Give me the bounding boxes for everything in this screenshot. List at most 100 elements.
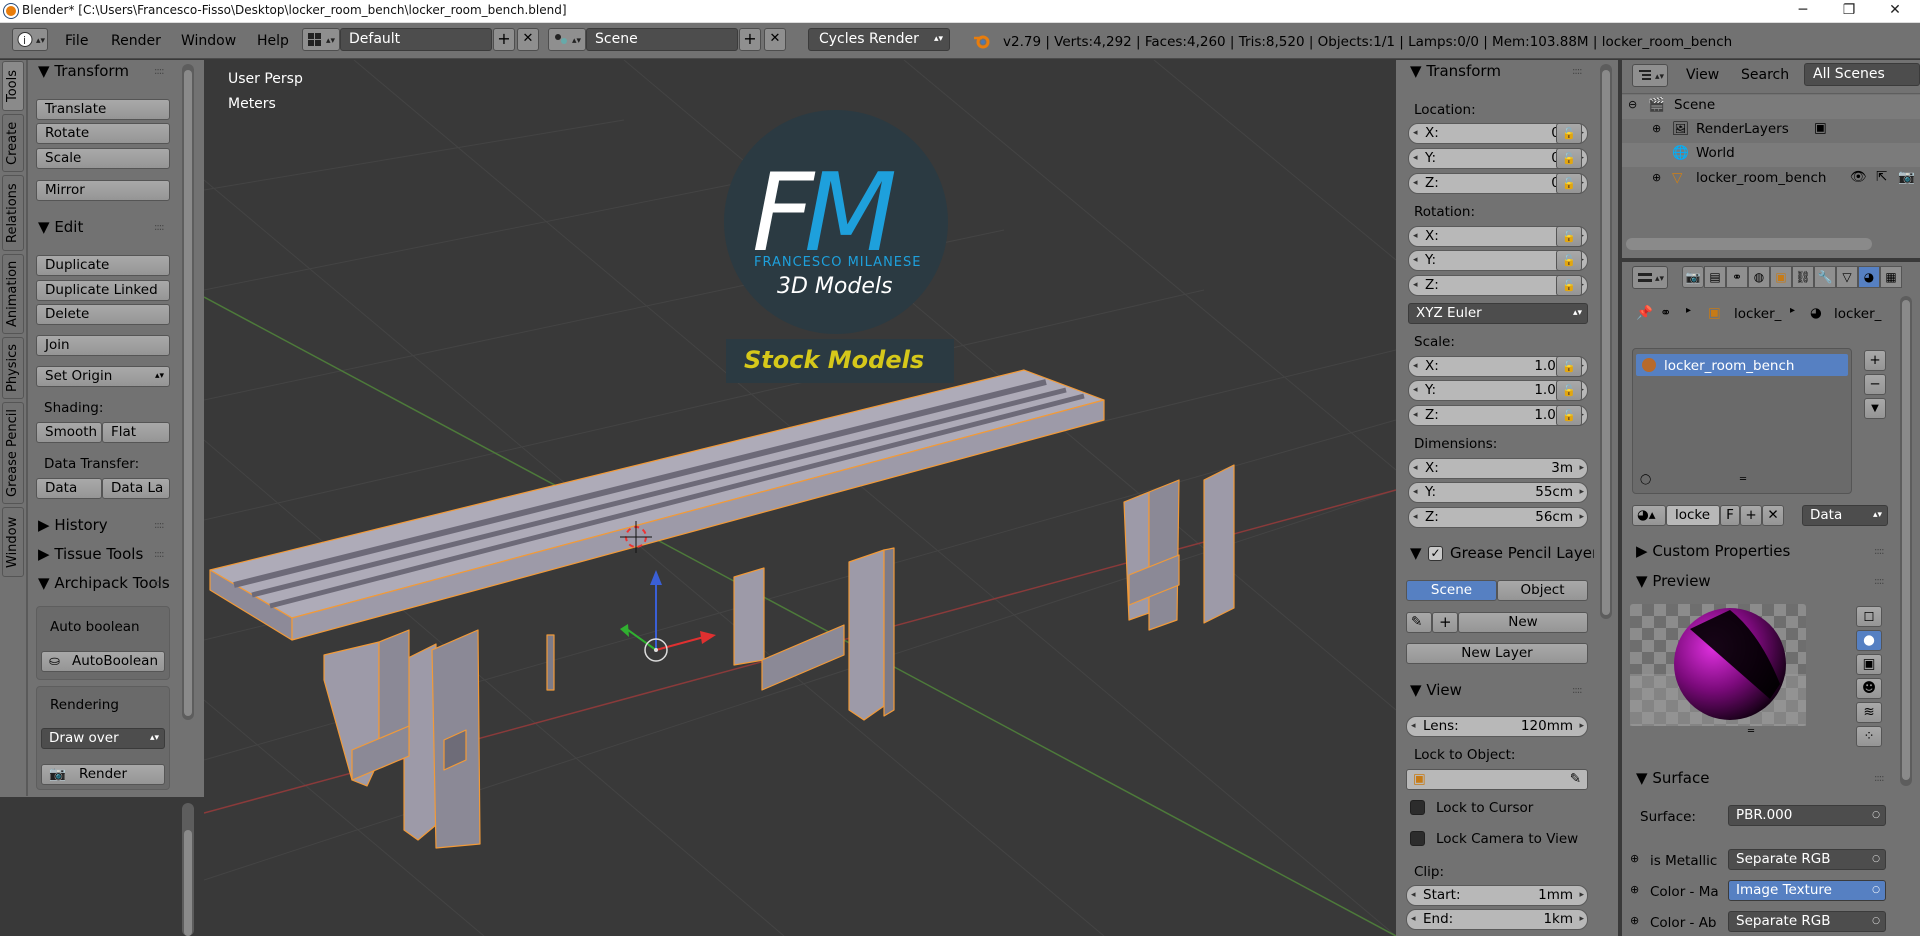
minimize-button[interactable]: ─ bbox=[1780, 0, 1826, 22]
menu-window[interactable]: Window bbox=[181, 33, 236, 49]
join-button[interactable]: Join bbox=[36, 335, 170, 356]
dimensions-x-field[interactable]: X: 3m bbox=[1408, 458, 1588, 479]
lock-scale-x-icon[interactable]: 🔓 bbox=[1556, 356, 1582, 377]
drag-grip-icon[interactable]: :::: bbox=[1572, 685, 1583, 696]
object-tab-icon[interactable]: ▣ bbox=[1770, 266, 1792, 288]
render-layer-toggle-icon[interactable]: ▣ bbox=[1814, 120, 1827, 136]
properties-scrollbar-thumb[interactable] bbox=[1902, 300, 1910, 780]
surface-shader-field[interactable]: PBR.000 ○ bbox=[1728, 805, 1886, 826]
menu-render[interactable]: Render bbox=[111, 33, 161, 49]
drag-grip-icon[interactable]: :::: bbox=[154, 520, 165, 531]
properties-editor-type-button[interactable]: ▴▾ bbox=[1632, 266, 1668, 289]
gp-new-button[interactable]: New bbox=[1458, 612, 1588, 633]
duplicate-button[interactable]: Duplicate bbox=[36, 255, 170, 276]
scene-picker[interactable]: ▴▾ bbox=[548, 28, 586, 51]
visibility-eye-icon[interactable]: 👁 bbox=[1850, 169, 1867, 185]
smooth-button[interactable]: Smooth bbox=[36, 422, 102, 443]
menu-file[interactable]: File bbox=[65, 33, 88, 49]
lock-rotation-x-icon[interactable]: 🔓 bbox=[1556, 226, 1582, 247]
viewport-3d[interactable]: User Persp Meters F M FRANCESCO MILANESE… bbox=[204, 60, 1396, 936]
preview-header[interactable]: ▼ Preview bbox=[1636, 572, 1711, 590]
tab-physics[interactable]: Physics bbox=[2, 337, 24, 399]
translate-button[interactable]: Translate bbox=[36, 99, 170, 120]
world-tab-icon[interactable]: ◍ bbox=[1748, 266, 1770, 288]
lens-field[interactable]: Lens: 120mm bbox=[1406, 716, 1588, 737]
browse-material-button[interactable]: ◕▴ bbox=[1632, 505, 1666, 526]
input-color-ab-field[interactable]: Separate RGB ○ bbox=[1728, 911, 1886, 932]
breadcrumb-object[interactable]: locker_ bbox=[1734, 306, 1781, 322]
link-dropdown[interactable]: Data ▴▾ bbox=[1802, 505, 1888, 526]
gp-object-tab[interactable]: Object bbox=[1497, 580, 1588, 601]
outliner-item-locker-room-bench[interactable]: locker_room_bench bbox=[1696, 170, 1826, 186]
data-tab-icon[interactable]: ▽ bbox=[1836, 266, 1858, 288]
preview-hair-button[interactable]: ≋ bbox=[1856, 702, 1882, 723]
collapse-toggle-icon[interactable]: ⊖ bbox=[1628, 98, 1637, 111]
drag-grip-icon[interactable]: :::: bbox=[154, 549, 165, 560]
outliner-filter-dropdown[interactable]: All Scenes bbox=[1804, 63, 1920, 86]
data-button[interactable]: Data bbox=[36, 478, 102, 499]
lower-scrollbar-thumb[interactable] bbox=[184, 830, 192, 936]
add-layout-button[interactable]: + bbox=[493, 28, 515, 51]
new-layer-button[interactable]: New Layer bbox=[1406, 643, 1588, 664]
drag-grip-icon[interactable]: :::: bbox=[1874, 576, 1885, 587]
tab-animation[interactable]: Animation bbox=[2, 254, 24, 334]
preview-cube-button[interactable]: ▣ bbox=[1856, 654, 1882, 675]
surface-header[interactable]: ▼ Surface bbox=[1636, 769, 1709, 787]
restore-button[interactable]: ❐ bbox=[1826, 0, 1872, 22]
constraints-tab-icon[interactable]: ⛓ bbox=[1792, 266, 1814, 288]
lock-to-cursor-checkbox[interactable] bbox=[1410, 800, 1425, 815]
transform-panel-header[interactable]: ▼ Transform bbox=[38, 62, 129, 80]
material-tab-icon[interactable]: ◕ bbox=[1858, 266, 1880, 288]
set-origin-dropdown[interactable]: Set Origin ▴▾ bbox=[36, 366, 170, 387]
preview-resize-grip-icon[interactable]: ═ bbox=[1748, 726, 1754, 737]
editor-type-button[interactable]: i ▴▾ bbox=[12, 28, 48, 51]
n-transform-header[interactable]: ▼ Transform bbox=[1410, 62, 1501, 80]
drag-grip-icon[interactable]: :::: bbox=[154, 578, 165, 589]
drag-grip-icon[interactable]: :::: bbox=[1874, 773, 1885, 784]
grease-pencil-checkbox[interactable]: ✓ bbox=[1428, 546, 1443, 561]
outliner-item-world[interactable]: World bbox=[1696, 145, 1735, 161]
tab-grease-pencil[interactable]: Grease Pencil bbox=[2, 402, 24, 504]
lock-camera-checkbox[interactable] bbox=[1410, 831, 1425, 846]
preview-monkey-button[interactable]: ☻ bbox=[1856, 678, 1882, 699]
slot-specials-button[interactable]: ▼ bbox=[1864, 398, 1886, 419]
tab-tools[interactable]: Tools bbox=[2, 61, 24, 111]
lock-scale-z-icon[interactable]: 🔓 bbox=[1556, 405, 1582, 426]
delete-button[interactable]: Delete bbox=[36, 304, 170, 325]
render-button[interactable]: 📷 Render bbox=[41, 764, 165, 785]
toolshelf-scrollbar-thumb[interactable] bbox=[184, 70, 192, 716]
lock-rotation-z-icon[interactable]: 🔓 bbox=[1556, 275, 1582, 296]
edit-panel-header[interactable]: ▼ Edit bbox=[38, 218, 83, 236]
view-panel-header[interactable]: ▼ View bbox=[1410, 681, 1462, 699]
render-layers-tab-icon[interactable]: ▤ bbox=[1704, 266, 1726, 288]
outliner-item-renderlayers[interactable]: RenderLayers bbox=[1696, 121, 1789, 137]
dimensions-z-field[interactable]: Z: 56cm bbox=[1408, 507, 1588, 528]
outliner-search-menu[interactable]: Search bbox=[1741, 67, 1789, 83]
mirror-button[interactable]: Mirror bbox=[36, 180, 170, 201]
select-cursor-icon[interactable]: ⇱ bbox=[1876, 169, 1887, 185]
data-layout-button[interactable]: Data La bbox=[102, 478, 170, 499]
remove-slot-button[interactable]: − bbox=[1864, 374, 1886, 395]
lock-scale-y-icon[interactable]: 🔓 bbox=[1556, 380, 1582, 401]
auto-boolean-button[interactable]: ⛀ AutoBoolean bbox=[41, 651, 165, 672]
modifiers-tab-icon[interactable]: 🔧 bbox=[1814, 266, 1836, 288]
history-panel-header[interactable]: ▶ History bbox=[38, 516, 108, 534]
scene-name-field[interactable]: Scene bbox=[586, 28, 738, 51]
new-material-button[interactable]: + bbox=[1740, 505, 1762, 526]
add-slot-button[interactable]: + bbox=[1864, 350, 1886, 371]
render-engine-dropdown[interactable]: Cycles Render ▴▾ bbox=[808, 28, 950, 51]
preview-spheres-button[interactable]: ⁘ bbox=[1856, 726, 1882, 747]
expand-toggle-icon[interactable]: ⊕ bbox=[1652, 122, 1661, 135]
flat-button[interactable]: Flat bbox=[102, 422, 170, 443]
input-metallic-field[interactable]: Separate RGB ○ bbox=[1728, 849, 1886, 870]
unlink-material-button[interactable]: ✕ bbox=[1762, 505, 1784, 526]
eyedropper-icon[interactable]: ✎ bbox=[1570, 770, 1581, 789]
scale-button[interactable]: Scale bbox=[36, 148, 170, 169]
tab-create[interactable]: Create bbox=[2, 114, 24, 172]
render-tab-icon[interactable]: 📷 bbox=[1682, 266, 1704, 288]
input-expand-icon[interactable]: ⊕ bbox=[1630, 914, 1639, 927]
outliner-editor-type-button[interactable]: ▴▾ bbox=[1632, 64, 1668, 87]
pencil-icon[interactable]: ✎ bbox=[1406, 612, 1432, 633]
tab-window[interactable]: Window bbox=[2, 507, 24, 577]
drag-grip-icon[interactable]: :::: bbox=[1572, 66, 1583, 77]
